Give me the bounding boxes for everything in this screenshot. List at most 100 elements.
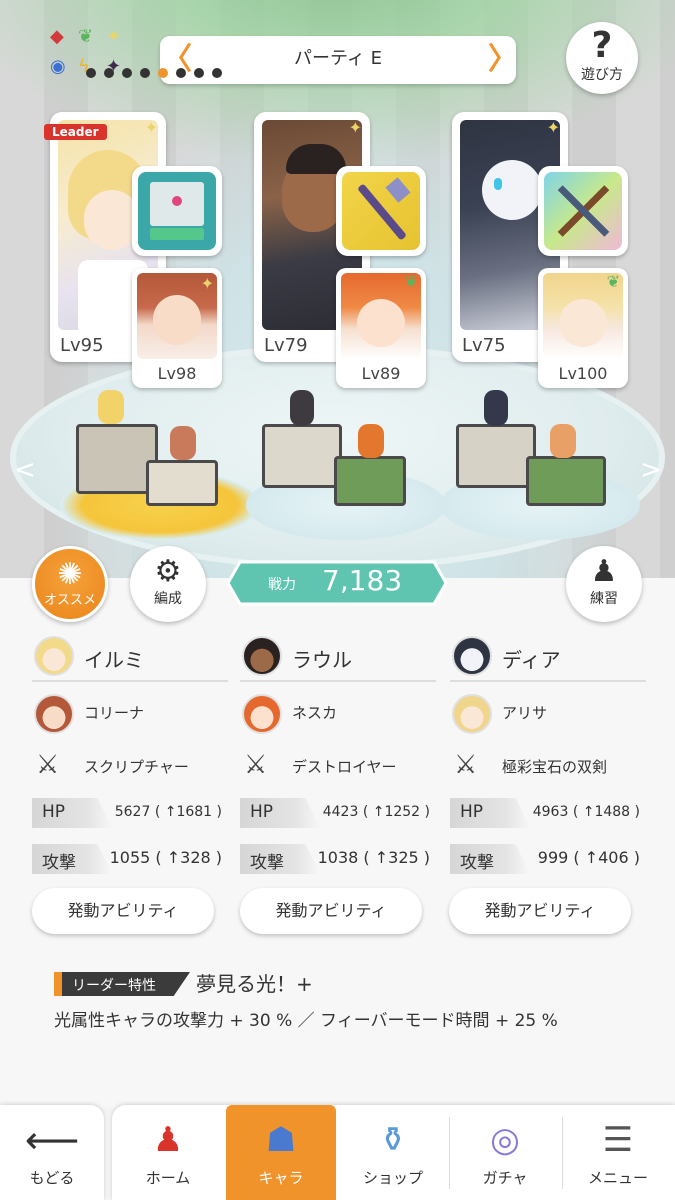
page-dot[interactable] bbox=[212, 68, 222, 78]
sub-character-level: Lv98 bbox=[157, 364, 197, 383]
main-member-row[interactable]: ラウル bbox=[240, 632, 436, 682]
sub-member-row[interactable]: アリサ bbox=[450, 682, 646, 740]
twin-swords-icon bbox=[544, 172, 622, 250]
weapon-row[interactable]: ⚔ 極彩宝石の双剣 bbox=[450, 740, 646, 792]
weapon-row[interactable]: ⚔ スクリプチャー bbox=[32, 740, 228, 792]
main-character-level: Lv75 bbox=[462, 335, 506, 356]
ability-wrap-2: 発動アビリティ bbox=[240, 888, 422, 934]
sparkle-icon: ✦ bbox=[144, 118, 158, 137]
sparkle-icon: ✦ bbox=[200, 274, 214, 293]
leader-skill-tag-text: リーダー特性 bbox=[72, 978, 156, 994]
ability-button[interactable]: 発動アビリティ bbox=[240, 888, 422, 934]
scene-prev-arrow[interactable]: < bbox=[14, 455, 36, 485]
back-item[interactable]: ⟵ もどる bbox=[0, 1105, 104, 1200]
sub-member-row[interactable]: コリーナ bbox=[32, 682, 228, 740]
practice-label: 練習 bbox=[590, 591, 618, 607]
page-dot[interactable] bbox=[122, 68, 132, 78]
main-member-row[interactable]: イルミ bbox=[32, 632, 228, 682]
practice-button[interactable]: ♟ 練習 bbox=[566, 546, 642, 622]
weapon-card-1[interactable] bbox=[132, 166, 222, 256]
pixel-character bbox=[550, 424, 576, 458]
party-title: パーティ E bbox=[293, 48, 382, 69]
stone-block bbox=[146, 460, 218, 506]
main-character-level: Lv79 bbox=[264, 335, 308, 356]
pixel-character bbox=[484, 390, 508, 426]
back-button[interactable]: ⟵ もどる bbox=[0, 1105, 104, 1200]
weapon-icon: ⚔ bbox=[36, 750, 60, 780]
party-power: 戦力 7,183 bbox=[226, 560, 448, 606]
page-dot[interactable] bbox=[194, 68, 204, 78]
scene-next-arrow[interactable]: > bbox=[640, 455, 662, 485]
stone-block bbox=[262, 424, 342, 488]
weapon-card-2[interactable] bbox=[336, 166, 426, 256]
ability-wrap-1: 発動アビリティ bbox=[32, 888, 214, 934]
sub-member-name: コリーナ bbox=[84, 704, 145, 722]
party-page-dots bbox=[86, 68, 222, 80]
help-button[interactable]: ? 遊び方 bbox=[566, 22, 638, 94]
character-icon: ☗ bbox=[265, 1120, 297, 1160]
page-dot[interactable] bbox=[176, 68, 186, 78]
main-member-row[interactable]: ディア bbox=[450, 632, 646, 682]
sub-character-card-1[interactable]: ✦ Lv98 bbox=[132, 268, 222, 388]
back-label: もどる bbox=[29, 1169, 75, 1187]
hp-row: HP 5627 ( ↑1681 ) bbox=[32, 796, 228, 838]
attack-value: 999 ( ↑406 ) bbox=[537, 848, 640, 867]
pixel-character bbox=[358, 424, 384, 458]
attack-row: 攻撃 999 ( ↑406 ) bbox=[450, 842, 646, 884]
main-character-level: Lv95 bbox=[60, 335, 104, 356]
page-dot-active[interactable] bbox=[158, 68, 168, 78]
hp-value: 4423 ( ↑1252 ) bbox=[322, 804, 430, 820]
attack-value: 1038 ( ↑325 ) bbox=[317, 848, 430, 867]
question-icon: ? bbox=[591, 25, 613, 66]
diamond-icon: ◆ bbox=[50, 26, 64, 47]
character-avatar bbox=[242, 694, 282, 734]
sub-member-name: ネスカ bbox=[292, 704, 338, 722]
weapon-card-3[interactable] bbox=[538, 166, 628, 256]
nav-menu-label: メニュー bbox=[587, 1169, 648, 1187]
nav-shop[interactable]: ⚱ ショップ bbox=[338, 1105, 448, 1200]
weapon-row[interactable]: ⚔ デストロイヤー bbox=[240, 740, 436, 792]
party-next-arrow[interactable]: 〉 bbox=[488, 40, 518, 80]
power-value: 7,183 bbox=[322, 564, 403, 597]
weapon-name: デストロイヤー bbox=[292, 758, 397, 776]
ability-button[interactable]: 発動アビリティ bbox=[449, 888, 631, 934]
ability-button[interactable]: 発動アビリティ bbox=[32, 888, 214, 934]
sub-member-row[interactable]: ネスカ bbox=[240, 682, 436, 740]
attack-row: 攻撃 1055 ( ↑328 ) bbox=[32, 842, 228, 884]
page-dot[interactable] bbox=[140, 68, 150, 78]
weapon-name: 極彩宝石の双剣 bbox=[502, 758, 608, 776]
nav-home[interactable]: ♟ ホーム bbox=[112, 1105, 224, 1200]
pixel-character bbox=[98, 390, 124, 424]
main-member-name: イルミ bbox=[84, 648, 144, 672]
attack-row: 攻撃 1038 ( ↑325 ) bbox=[240, 842, 436, 884]
hp-row: HP 4963 ( ↑1488 ) bbox=[450, 796, 646, 838]
nav-gacha[interactable]: ◎ ガチャ bbox=[450, 1105, 560, 1200]
nav-menu[interactable]: ☰ メニュー bbox=[563, 1105, 673, 1200]
leaf-icon: ❦ bbox=[78, 26, 94, 47]
sub-character-card-2[interactable]: ❦ Lv89 bbox=[336, 268, 426, 388]
sub-character-card-3[interactable]: ❦ Lv100 bbox=[538, 268, 628, 388]
bottom-navigation: ⟵ もどる ♟ ホーム ☗ キャラ ⚱ ショップ ◎ ガチャ ☰ メニュー bbox=[0, 1105, 675, 1200]
sub-member-name: アリサ bbox=[502, 704, 548, 722]
hp-row: HP 4423 ( ↑1252 ) bbox=[240, 796, 436, 838]
page-dot[interactable] bbox=[86, 68, 96, 78]
nav-chara[interactable]: ☗ キャラ bbox=[226, 1105, 336, 1200]
shop-bag-icon: ⚱ bbox=[378, 1120, 408, 1160]
formation-button[interactable]: ⚙ 編成 bbox=[130, 546, 206, 622]
sparkle-icon: ✦ bbox=[348, 118, 362, 137]
attack-label: 攻撃 bbox=[460, 853, 494, 873]
leaf-icon: ❦ bbox=[606, 272, 620, 291]
page-dot[interactable] bbox=[104, 68, 114, 78]
character-avatar bbox=[452, 636, 492, 676]
character-avatar bbox=[242, 636, 282, 676]
home-icon: ♟ bbox=[152, 1120, 184, 1160]
leader-badge: Leader bbox=[44, 124, 107, 140]
stone-block bbox=[456, 424, 536, 488]
recommend-button[interactable]: ✺ オススメ bbox=[32, 546, 108, 622]
grass-block bbox=[334, 456, 406, 506]
back-arrow-icon: ⟵ bbox=[24, 1118, 80, 1162]
attack-label: 攻撃 bbox=[250, 853, 284, 873]
power-label: 戦力 bbox=[268, 577, 296, 593]
character-avatar bbox=[34, 694, 74, 734]
leaf-icon: ❦ bbox=[404, 272, 418, 291]
